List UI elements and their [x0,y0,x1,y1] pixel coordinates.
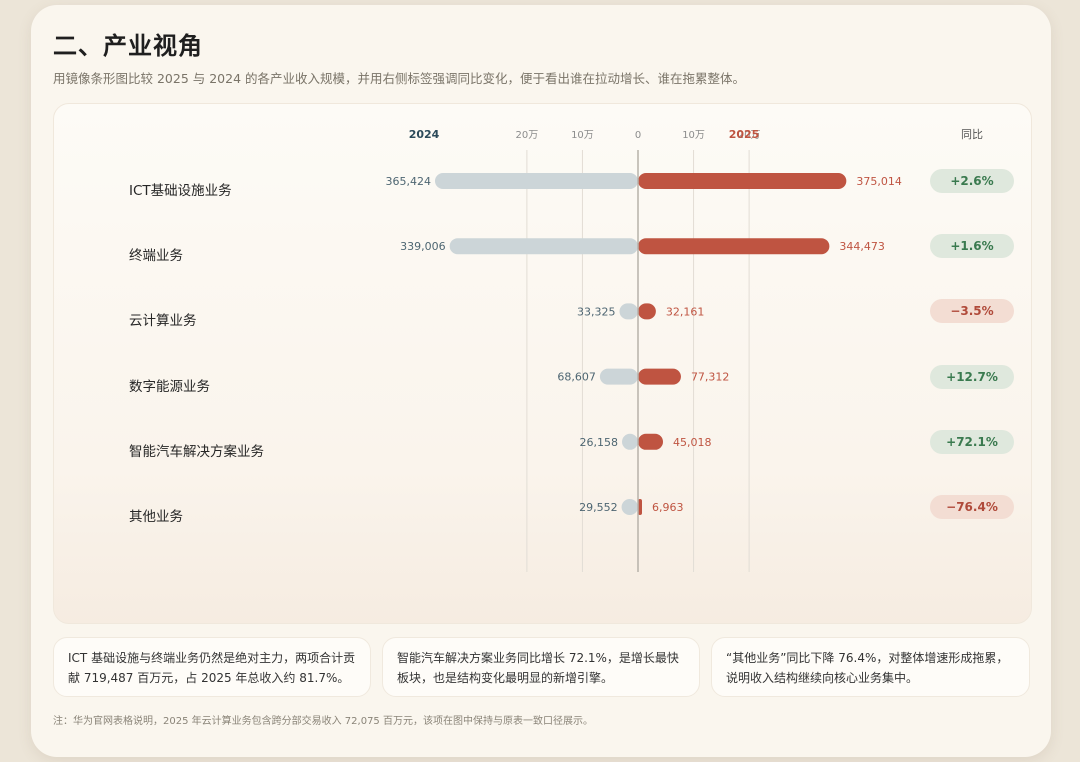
value-label-2024: 339,006 [400,240,446,253]
tick-label-left: 20万 [516,130,539,141]
note-text-3: “其他业务”同比下降 76.4%，对整体增速形成拖累，说明收入结构继续向核心业务… [726,651,1009,685]
category-label: ICT基础设施业务 [129,183,232,199]
category-label: 智能汽车解决方案业务 [129,443,264,460]
yoy-badge: +1.6% [930,234,1014,259]
value-label-2025: 45,018 [673,436,712,449]
value-label-2025: 6,963 [652,501,684,514]
value-label-2025: 375,014 [856,175,902,188]
bar-2024 [434,173,638,189]
category-label: 其他业务 [129,509,183,525]
yoy-header: 同比 [961,128,983,141]
value-label-2025: 32,161 [666,305,705,318]
bar-2025 [638,303,656,320]
value-label-2024: 29,552 [579,501,618,514]
yoy-badge: −3.5% [930,299,1014,324]
bar-2024 [622,433,638,450]
bar-2025 [638,433,664,450]
series-label-2024: 2024 [409,128,440,141]
tick-label-left: 10万 [571,130,594,141]
bar-2024 [619,303,638,320]
tick-label-zero: 0 [635,130,641,141]
value-label-2024: 68,607 [557,371,596,384]
note-card-2: 智能汽车解决方案业务同比增长 72.1%，是增长最快板块，也是结构变化最明显的新… [382,637,700,697]
value-label-2025: 344,473 [839,240,885,253]
note-text-2: 智能汽车解决方案业务同比增长 72.1%，是增长最快板块，也是结构变化最明显的新… [397,651,679,685]
yoy-badge: +2.6% [930,169,1014,193]
category-label: 数字能源业务 [129,378,210,395]
footnote: 注：华为官网表格说明，2025 年云计算业务包含跨分部交易收入 72,075 百… [53,716,593,727]
category-label: 云计算业务 [129,313,197,330]
yoy-badge: −76.4% [930,495,1014,519]
bar-2025 [638,173,847,189]
category-label: 终端业务 [129,248,183,265]
value-label-2024: 33,325 [577,305,616,318]
value-label-2024: 26,158 [580,436,619,449]
bar-2024 [449,238,638,255]
bar-2025 [638,368,681,385]
tick-label-right: 10万 [682,130,705,141]
bar-2024 [599,368,638,385]
note-card-3: “其他业务”同比下降 76.4%，对整体增速形成拖累，说明收入结构继续向核心业务… [711,637,1030,697]
value-label-2024: 365,424 [385,175,431,188]
yoy-badge: +72.1% [930,429,1014,454]
yoy-badge: +12.7% [930,364,1014,389]
bar-2024 [621,499,638,515]
series-label-2025: 2025 [729,128,760,141]
value-label-2025: 77,312 [691,371,730,384]
note-text-1: ICT 基础设施与终端业务仍然是绝对主力，两项合计贡献 719,487 百万元，… [68,651,356,685]
bar-2025 [638,238,830,255]
note-card-1: ICT 基础设施与终端业务仍然是绝对主力，两项合计贡献 719,487 百万元，… [53,637,371,697]
